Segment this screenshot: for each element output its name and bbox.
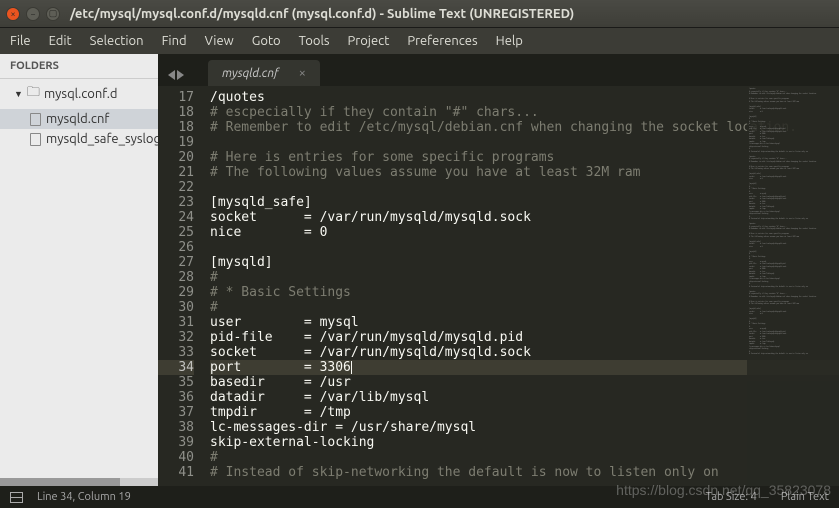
window-title: /etc/mysql/mysql.conf.d/mysqld.cnf (mysq… bbox=[70, 7, 574, 21]
status-position[interactable]: Line 34, Column 19 bbox=[37, 491, 131, 503]
tab-mysqld[interactable]: mysqld.cnf × bbox=[208, 60, 320, 86]
chevron-down-icon: ▼ bbox=[14, 89, 23, 99]
folder-label: mysql.conf.d bbox=[44, 87, 118, 101]
minimize-button[interactable]: − bbox=[26, 7, 40, 21]
editor-area: mysqld.cnf × 171818192021222324252627282… bbox=[158, 54, 839, 486]
sidebar-file[interactable]: mysqld_safe_syslog bbox=[0, 129, 158, 149]
sidebar-scrollbar[interactable] bbox=[0, 478, 158, 486]
status-tabsize[interactable]: Tab Size: 4 bbox=[706, 491, 757, 503]
sidebar-header: FOLDERS bbox=[0, 54, 158, 79]
maximize-button[interactable]: ▢ bbox=[46, 7, 60, 21]
menu-preferences[interactable]: Preferences bbox=[407, 34, 477, 48]
tab-label: mysqld.cnf bbox=[222, 67, 279, 80]
scrollbar-thumb[interactable] bbox=[0, 478, 120, 486]
main-area: FOLDERS ▼ 🗀 mysql.conf.d mysqld.cnf mysq… bbox=[0, 54, 839, 486]
file-icon bbox=[30, 113, 41, 126]
menu-view[interactable]: View bbox=[205, 34, 234, 48]
status-syntax[interactable]: Plain Text bbox=[781, 491, 829, 503]
panel-switcher-icon[interactable] bbox=[10, 492, 23, 503]
sidebar-file[interactable]: mysqld.cnf bbox=[0, 109, 158, 129]
file-icon bbox=[30, 133, 41, 146]
sidebar: FOLDERS ▼ 🗀 mysql.conf.d mysqld.cnf mysq… bbox=[0, 54, 158, 486]
code-content[interactable]: /quotes# escpecially if they contain "#"… bbox=[204, 86, 839, 486]
menu-edit[interactable]: Edit bbox=[49, 34, 72, 48]
file-label: mysqld_safe_syslog bbox=[46, 132, 158, 146]
nav-forward-icon[interactable] bbox=[177, 70, 184, 80]
statusbar: Line 34, Column 19 Tab Size: 4 Plain Tex… bbox=[0, 486, 839, 508]
sidebar-folder[interactable]: ▼ 🗀 mysql.conf.d bbox=[0, 79, 158, 109]
menubar: File Edit Selection Find View Goto Tools… bbox=[0, 28, 839, 54]
minimap[interactable]: /quotes # escpecially if they contain "#… bbox=[747, 86, 839, 486]
nav-back-icon[interactable] bbox=[168, 70, 175, 80]
menu-selection[interactable]: Selection bbox=[90, 34, 144, 48]
file-label: mysqld.cnf bbox=[46, 112, 109, 126]
minimap-content: /quotes # escpecially if they contain "#… bbox=[747, 86, 839, 360]
editor-body[interactable]: 1718181920212223242526272829303132333435… bbox=[158, 86, 839, 486]
menu-file[interactable]: File bbox=[10, 34, 31, 48]
line-gutter: 1718181920212223242526272829303132333435… bbox=[158, 86, 204, 486]
folder-icon: 🗀 bbox=[27, 83, 40, 105]
close-icon[interactable]: × bbox=[299, 66, 306, 80]
menu-goto[interactable]: Goto bbox=[252, 34, 281, 48]
tabbar: mysqld.cnf × bbox=[158, 54, 839, 86]
window-controls: × − ▢ bbox=[6, 7, 60, 21]
titlebar: × − ▢ /etc/mysql/mysql.conf.d/mysqld.cnf… bbox=[0, 0, 839, 28]
nav-buttons bbox=[162, 70, 190, 86]
menu-project[interactable]: Project bbox=[348, 34, 390, 48]
menu-help[interactable]: Help bbox=[496, 34, 523, 48]
menu-tools[interactable]: Tools bbox=[299, 34, 330, 48]
menu-find[interactable]: Find bbox=[162, 34, 187, 48]
close-button[interactable]: × bbox=[6, 7, 20, 21]
